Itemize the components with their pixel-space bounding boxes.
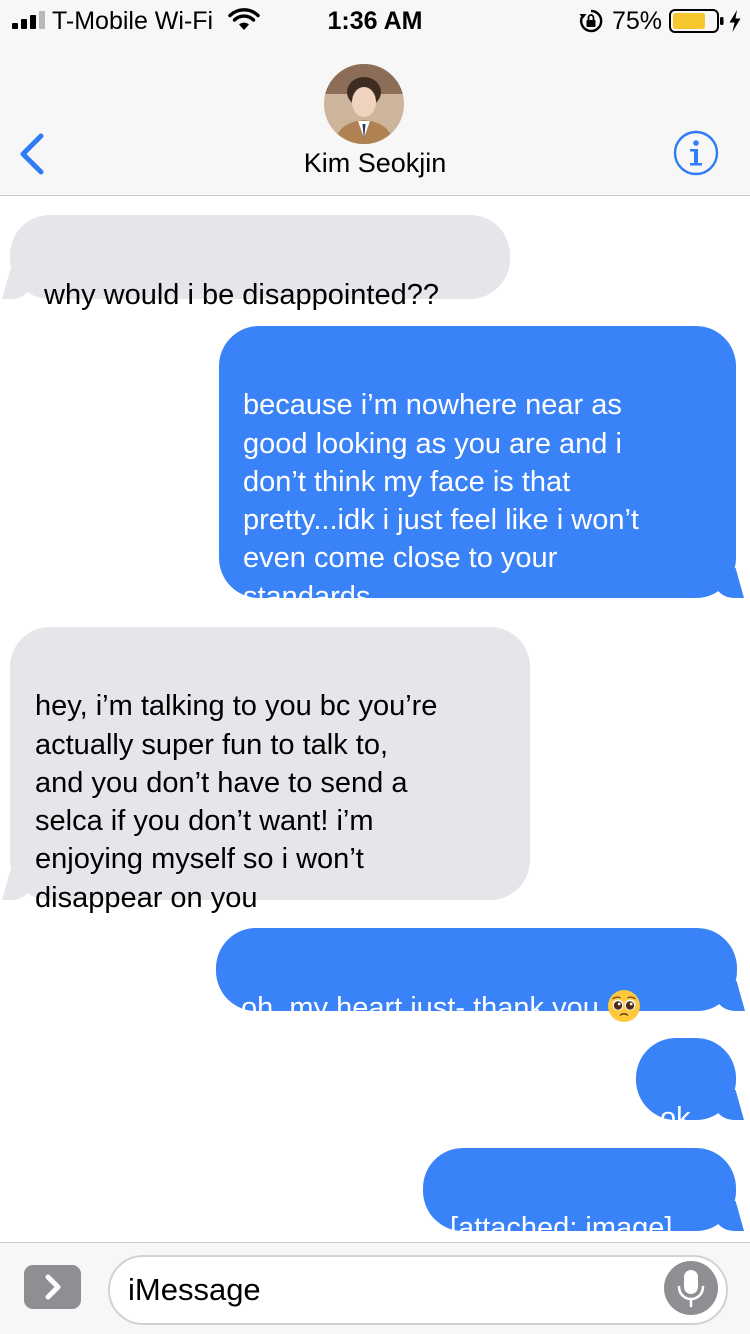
contact-name[interactable]: Kim Seokjin <box>0 148 750 179</box>
microphone-icon <box>677 1270 705 1308</box>
battery-percent: 75% <box>612 7 663 35</box>
chevron-right-icon <box>45 1274 61 1300</box>
message-text: oh..my heart just- thank you <box>241 992 599 1025</box>
conversation-header: Kim Seokjin <box>0 40 750 196</box>
info-button[interactable] <box>673 130 719 176</box>
message-text: [attached: image] <box>450 1212 673 1245</box>
message-bubble-received[interactable]: why would i be disappointed?? <box>10 215 510 311</box>
app-drawer-button[interactable] <box>24 1265 81 1309</box>
info-icon <box>673 130 719 176</box>
message-input[interactable] <box>108 1255 728 1325</box>
status-bar: T-Mobile Wi-Fi 1:36 AM 75% <box>0 0 750 40</box>
message-text: hey, i’m talking to you bc you’re actual… <box>35 690 438 914</box>
avatar[interactable] <box>324 64 404 144</box>
message-bubble-sent[interactable]: because i’m nowhere near as good looking… <box>219 326 736 613</box>
message-text: because i’m nowhere near as good looking… <box>243 389 639 613</box>
pleading-face-emoji <box>607 990 640 1023</box>
message-bubble-sent[interactable]: [attached: image] <box>423 1148 736 1244</box>
input-bar <box>0 1242 750 1334</box>
dictation-button[interactable] <box>664 1261 718 1315</box>
avatar-portrait <box>324 64 404 144</box>
message-bubble-sent[interactable]: ok. <box>636 1038 736 1134</box>
orientation-lock-icon <box>579 9 603 33</box>
charging-icon <box>729 10 741 32</box>
message-text: why would i be disappointed?? <box>44 279 439 312</box>
message-bubble-sent[interactable]: oh..my heart just- thank you <box>216 928 737 1024</box>
message-text: ok. <box>660 1102 699 1135</box>
message-bubble-received[interactable]: hey, i’m talking to you bc you’re actual… <box>10 627 530 914</box>
battery-icon <box>669 9 724 33</box>
